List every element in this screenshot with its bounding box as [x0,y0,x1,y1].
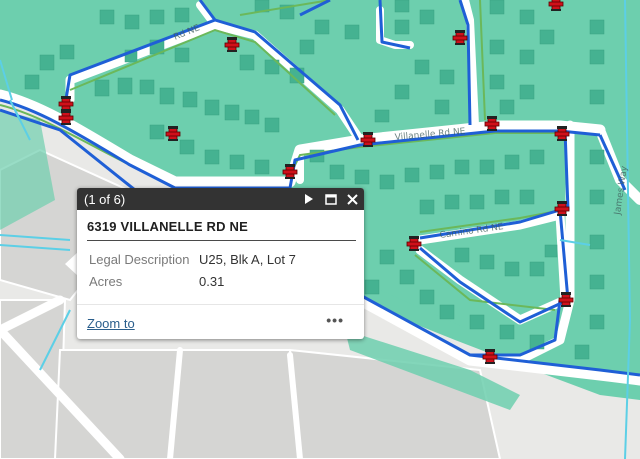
acres-label: Acres [89,274,123,289]
popup-title: 6319 VILLANELLE RD NE [87,219,248,234]
legal-description-label: Legal Description [89,252,190,267]
legal-description-value: U25, Blk A, Lot 7 [199,252,296,267]
maximize-button[interactable] [321,188,341,210]
title-divider [87,240,356,241]
feature-counter: (1 of 6) [84,192,126,207]
next-feature-button[interactable] [299,188,319,210]
close-button[interactable] [342,188,362,210]
more-actions-button[interactable]: ••• [326,312,344,328]
acres-value: 0.31 [199,274,225,289]
feature-popup: (1 of 6) 6319 VILLANELLE RD NE Legal Des… [77,188,364,339]
zoom-to-link[interactable]: Zoom to [87,316,135,331]
maximize-icon [325,193,337,205]
fire-hydrant-icon[interactable] [548,0,564,11]
popup-header: (1 of 6) [77,188,364,210]
footer-divider [77,304,364,305]
play-icon [305,194,313,204]
close-icon [346,193,358,205]
